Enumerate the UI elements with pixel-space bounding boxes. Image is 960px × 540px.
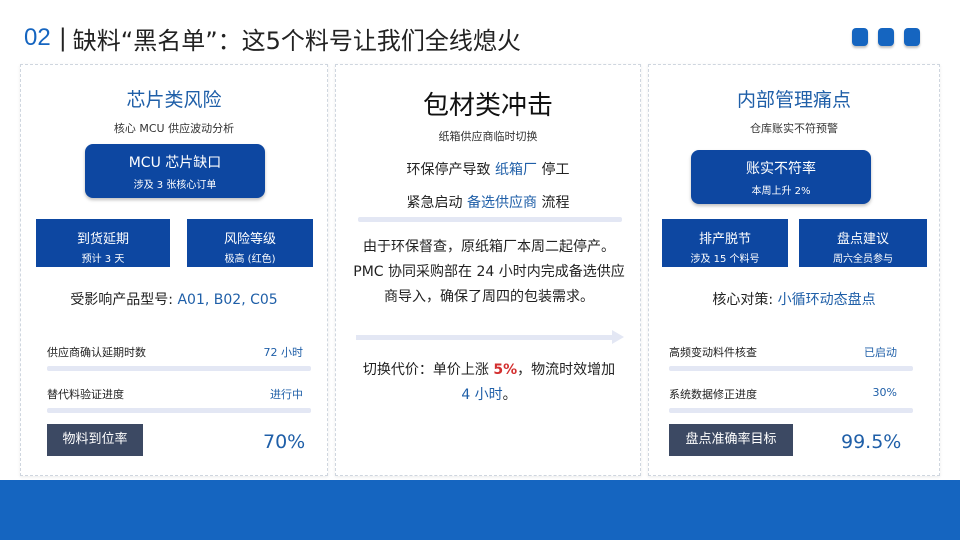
material-arrival-label: 物料到位率 xyxy=(47,424,143,456)
accuracy-target-value: 99.5% xyxy=(841,431,902,453)
risk-level-sub: 极高 (红色) xyxy=(224,254,276,265)
cost-text: ，物流时效增加 xyxy=(517,362,616,378)
affected-models: 受影响产品型号: A01, B02, C05 xyxy=(21,289,327,309)
packaging-impact-card: 包材类冲击 纸箱供应商临时切换 环保停产导致 纸箱厂 停工 紧急启动 备选供应商… xyxy=(335,64,641,476)
chip-risk-card: 芯片类风险 核心 MCU 供应波动分析 MCU 芯片缺口 涉及 3 张核心订单 … xyxy=(20,64,328,476)
decor-dot xyxy=(878,28,894,46)
card-title: 芯片类风险 xyxy=(126,89,222,111)
progress-track xyxy=(47,366,311,371)
affected-models-label: 受影响产品型号: xyxy=(70,292,174,308)
cost-text: 切换代价：单价上涨 xyxy=(362,362,494,378)
badge-sub: 涉及 3 张核心订单 xyxy=(133,180,217,191)
data-correction-row: 系统数据修正进度 30% xyxy=(669,386,897,402)
delay-box: 到货延期 预计 3 天 xyxy=(36,219,170,267)
mismatch-rate-badge: 账实不符率 本周上升 2% xyxy=(691,150,871,204)
row-value: 30% xyxy=(872,386,897,399)
affected-models-value: A01, B02, C05 xyxy=(177,292,278,308)
risk-level-title: 风险等级 xyxy=(223,232,276,247)
line-text: 环保停产导致 xyxy=(406,162,491,178)
schedule-gap-sub: 涉及 15 个料号 xyxy=(690,254,760,265)
schedule-gap-box: 排产脱节 涉及 15 个料号 xyxy=(662,219,788,267)
slide-header: 02 | 缺料“黑名单”：这5个料号让我们全线熄火 xyxy=(24,20,521,56)
backup-line: 紧急启动 备选供应商 流程 xyxy=(336,192,640,212)
section-number: 02 xyxy=(24,24,51,51)
schedule-gap-title: 排产脱节 xyxy=(698,232,751,247)
line-text: 流程 xyxy=(541,195,570,211)
cost-blue: 4 小时 xyxy=(461,387,503,403)
material-arrival-value: 70% xyxy=(263,431,306,453)
badge-title: MCU 芯片缺口 xyxy=(128,155,222,171)
divider xyxy=(358,217,622,222)
stocktake-advice-sub: 周六全员参与 xyxy=(833,254,893,265)
badge-title: 账实不符率 xyxy=(746,161,816,177)
row-label: 供应商确认延期时数 xyxy=(47,346,146,359)
row-label: 系统数据修正进度 xyxy=(669,388,757,401)
arrow-right-icon xyxy=(612,330,624,344)
stocktake-advice-box: 盘点建议 周六全员参与 xyxy=(799,219,927,267)
line-highlight: 纸箱厂 xyxy=(495,162,537,178)
substitute-validation-row: 替代料验证进度 进行中 xyxy=(47,386,303,402)
core-measure-value: 小循环动态盘点 xyxy=(777,292,876,308)
card-title: 包材类冲击 xyxy=(422,91,553,121)
card-title: 内部管理痛点 xyxy=(736,89,851,111)
internal-management-card: 内部管理痛点 仓库账实不符预警 账实不符率 本周上升 2% 排产脱节 涉及 15… xyxy=(648,64,940,476)
line-text: 紧急启动 xyxy=(406,195,463,211)
header-separator: | xyxy=(58,24,67,52)
decor-dot xyxy=(852,28,868,46)
row-value: 已启动 xyxy=(864,346,897,359)
row-label: 高频变动料件核查 xyxy=(669,346,757,359)
cost-red: 5% xyxy=(493,362,518,378)
core-measure-label: 核心对策: xyxy=(712,292,774,308)
row-value: 72 小时 xyxy=(263,346,304,359)
cost-text: 。 xyxy=(502,387,517,403)
line-text: 停工 xyxy=(541,162,570,178)
line-highlight: 备选供应商 xyxy=(467,195,537,211)
switch-cost: 切换代价：单价上涨 5%，物流时效增加 4 小时。 xyxy=(352,358,626,408)
page-title: 缺料“黑名单”：这5个料号让我们全线熄火 xyxy=(72,26,521,55)
incident-paragraph: 由于环保督查，原纸箱厂本周二起停产。PMC 协同采购部在 24 小时内完成备选供… xyxy=(353,239,625,305)
delay-sub: 预计 3 天 xyxy=(81,254,125,265)
footer-band xyxy=(0,480,960,540)
decor-dot xyxy=(904,28,920,46)
badge-sub: 本周上升 2% xyxy=(751,186,811,197)
core-measure: 核心对策: 小循环动态盘点 xyxy=(649,289,939,309)
row-value: 进行中 xyxy=(270,388,303,401)
accuracy-target-label: 盘点准确率目标 xyxy=(669,424,793,456)
card-subtitle: 核心 MCU 供应波动分析 xyxy=(113,122,235,135)
progress-track xyxy=(669,366,913,371)
flow-arrow-line xyxy=(356,335,612,340)
risk-level-box: 风险等级 极高 (红色) xyxy=(187,219,313,267)
card-subtitle: 纸箱供应商临时切换 xyxy=(438,130,538,143)
frequent-items-row: 高频变动料件核查 已启动 xyxy=(669,344,897,360)
delay-title: 到货延期 xyxy=(76,232,129,247)
mcu-gap-badge: MCU 芯片缺口 涉及 3 张核心订单 xyxy=(85,144,265,198)
shutdown-line: 环保停产导致 纸箱厂 停工 xyxy=(336,159,640,179)
progress-track xyxy=(669,408,913,413)
decor-dots xyxy=(852,28,920,46)
stocktake-advice-title: 盘点建议 xyxy=(836,232,889,247)
row-label: 替代料验证进度 xyxy=(47,388,124,401)
card-subtitle: 仓库账实不符预警 xyxy=(750,122,838,135)
vendor-delay-row: 供应商确认延期时数 72 小时 xyxy=(47,344,303,360)
progress-track xyxy=(47,408,311,413)
